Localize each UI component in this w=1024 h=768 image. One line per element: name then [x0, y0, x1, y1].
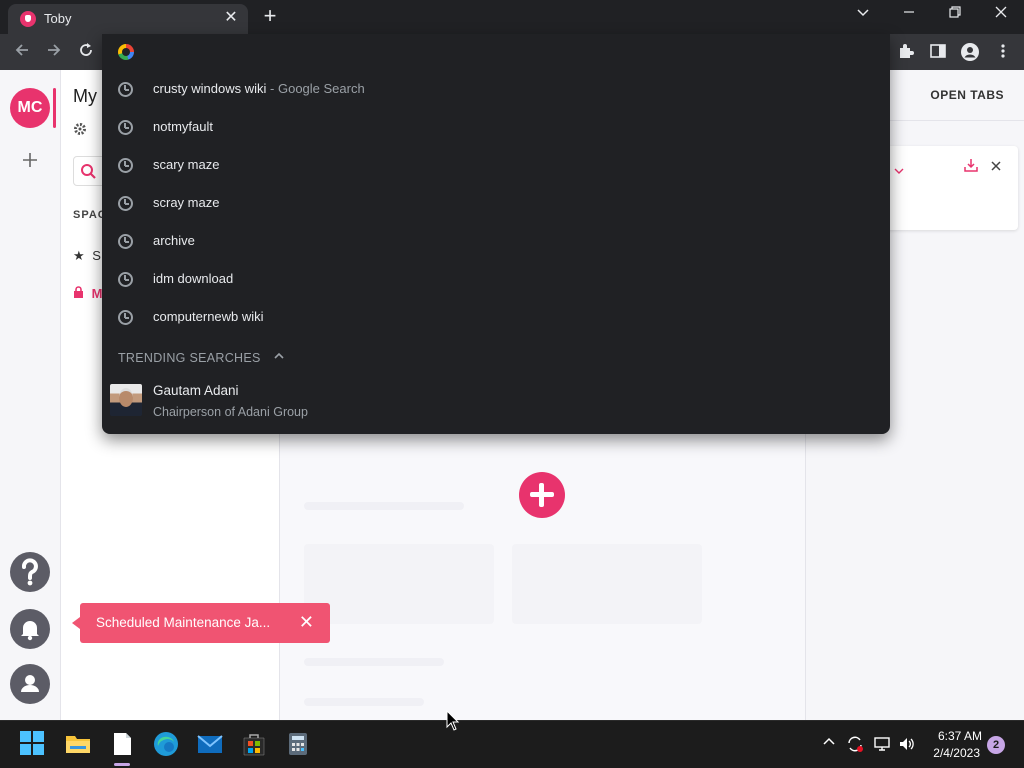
save-session-icon[interactable]	[964, 158, 978, 177]
tab-close-icon[interactable]: ✕	[222, 9, 240, 27]
suggestion-source: - Google Search	[266, 81, 365, 96]
space-private-label: M	[91, 286, 103, 301]
trending-person-thumbnail	[110, 384, 142, 416]
omnibox-dropdown: crusty windows wiki - Google Search notm…	[102, 34, 890, 434]
maintenance-toast[interactable]: Scheduled Maintenance Ja... ✕	[72, 603, 330, 643]
collections-title: My	[73, 86, 97, 106]
suggestion-item[interactable]: scray maze	[102, 184, 890, 222]
toast-close-icon[interactable]: ✕	[299, 612, 314, 633]
start-windows-icon[interactable]	[19, 730, 47, 758]
suggestion-item[interactable]: idm download	[102, 260, 890, 298]
extensions-icon[interactable]	[897, 42, 917, 62]
back-button[interactable]	[10, 41, 34, 63]
space-starred-label: S	[92, 248, 101, 263]
suggestion-item[interactable]: notmyfault	[102, 108, 890, 146]
history-clock-icon	[118, 310, 133, 325]
lock-icon	[73, 286, 88, 301]
clock-date[interactable]: 2/4/2023	[933, 746, 980, 760]
profile-icon[interactable]	[960, 42, 980, 62]
suggestion-text: scary maze	[153, 157, 220, 172]
add-collection-button[interactable]	[519, 472, 565, 518]
side-panel-icon[interactable]	[929, 42, 949, 62]
notepad-icon[interactable]	[108, 730, 136, 758]
suggestion-text: archive	[153, 233, 195, 248]
forward-button[interactable]	[42, 41, 66, 63]
chevron-up-icon[interactable]	[273, 350, 285, 364]
browser-tab-toby[interactable]: Toby ✕	[8, 4, 248, 34]
sync-status-icon[interactable]	[846, 735, 864, 756]
org-avatar[interactable]: MC	[10, 88, 50, 128]
store-icon[interactable]	[240, 730, 268, 758]
toast-message: Scheduled Maintenance Ja...	[96, 615, 271, 630]
settings-gear-icon[interactable]	[73, 122, 87, 140]
reload-button[interactable]	[74, 41, 98, 63]
address-bar-input[interactable]	[102, 34, 890, 70]
space-private[interactable]: M	[73, 286, 102, 301]
chevron-down-icon[interactable]	[894, 162, 904, 180]
toby-favicon-icon	[20, 11, 36, 27]
notifications-bell-icon[interactable]	[10, 609, 50, 649]
history-clock-icon	[118, 272, 133, 287]
calculator-icon[interactable]	[284, 730, 312, 758]
file-explorer-icon[interactable]	[64, 730, 92, 758]
title-bar: Toby ✕ +	[0, 0, 1024, 34]
placeholder-card	[512, 544, 702, 624]
help-icon[interactable]	[10, 552, 50, 592]
placeholder-line	[304, 658, 444, 666]
open-tabs-heading: OPEN TABS	[930, 88, 1004, 102]
suggestion-text: crusty windows wiki	[153, 81, 267, 96]
history-clock-icon	[118, 82, 133, 97]
history-clock-icon	[118, 234, 133, 249]
restore-button[interactable]	[940, 4, 970, 26]
suggestion-text: notmyfault	[153, 119, 213, 134]
history-clock-icon	[118, 196, 133, 211]
new-tab-button[interactable]: +	[258, 4, 282, 28]
tab-title: Toby	[44, 11, 72, 26]
suggestion-item[interactable]: scary maze	[102, 146, 890, 184]
trending-item-title[interactable]: Gautam Adani	[153, 383, 239, 398]
placeholder-line	[304, 502, 464, 510]
placeholder-line	[304, 698, 424, 706]
minimize-button[interactable]	[894, 4, 924, 26]
suggestion-item[interactable]: crusty windows wiki - Google Search	[102, 70, 890, 108]
placeholder-card	[304, 544, 494, 624]
suggestion-text: idm download	[153, 271, 234, 286]
trending-item-description: Chairperson of Adani Group	[153, 405, 308, 419]
mouse-cursor-icon	[446, 709, 460, 737]
space-starred[interactable]: ★ S	[73, 248, 101, 264]
add-org-button[interactable]	[18, 148, 42, 176]
close-icon[interactable]	[990, 159, 1002, 177]
mail-icon[interactable]	[196, 730, 224, 758]
suggestion-item[interactable]: archive	[102, 222, 890, 260]
menu-kebab-icon[interactable]	[994, 42, 1014, 62]
windows-taskbar: 6:37 AM 2/4/2023 2	[0, 720, 1024, 768]
suggestion-text: computernewb wiki	[153, 309, 264, 324]
clock-time[interactable]: 6:37 AM	[938, 729, 982, 743]
account-icon[interactable]	[10, 664, 50, 704]
suggestion-text: scray maze	[153, 195, 220, 210]
suggestion-item[interactable]: computernewb wiki	[102, 298, 890, 336]
active-org-indicator	[53, 88, 56, 128]
google-icon	[118, 44, 134, 60]
star-icon: ★	[73, 248, 85, 263]
close-window-button[interactable]	[986, 4, 1016, 26]
trending-searches-heading: TRENDING SEARCHES	[118, 351, 261, 365]
edge-icon[interactable]	[152, 730, 180, 758]
notification-center-badge[interactable]: 2	[987, 736, 1005, 754]
volume-icon[interactable]	[898, 735, 916, 756]
show-hidden-icons-chevron-up-icon[interactable]	[822, 735, 836, 752]
left-rail: MC	[0, 70, 61, 720]
history-clock-icon	[118, 158, 133, 173]
active-app-indicator	[114, 763, 130, 766]
network-icon[interactable]	[873, 735, 891, 756]
history-clock-icon	[118, 120, 133, 135]
tab-search-icon[interactable]	[848, 4, 878, 26]
